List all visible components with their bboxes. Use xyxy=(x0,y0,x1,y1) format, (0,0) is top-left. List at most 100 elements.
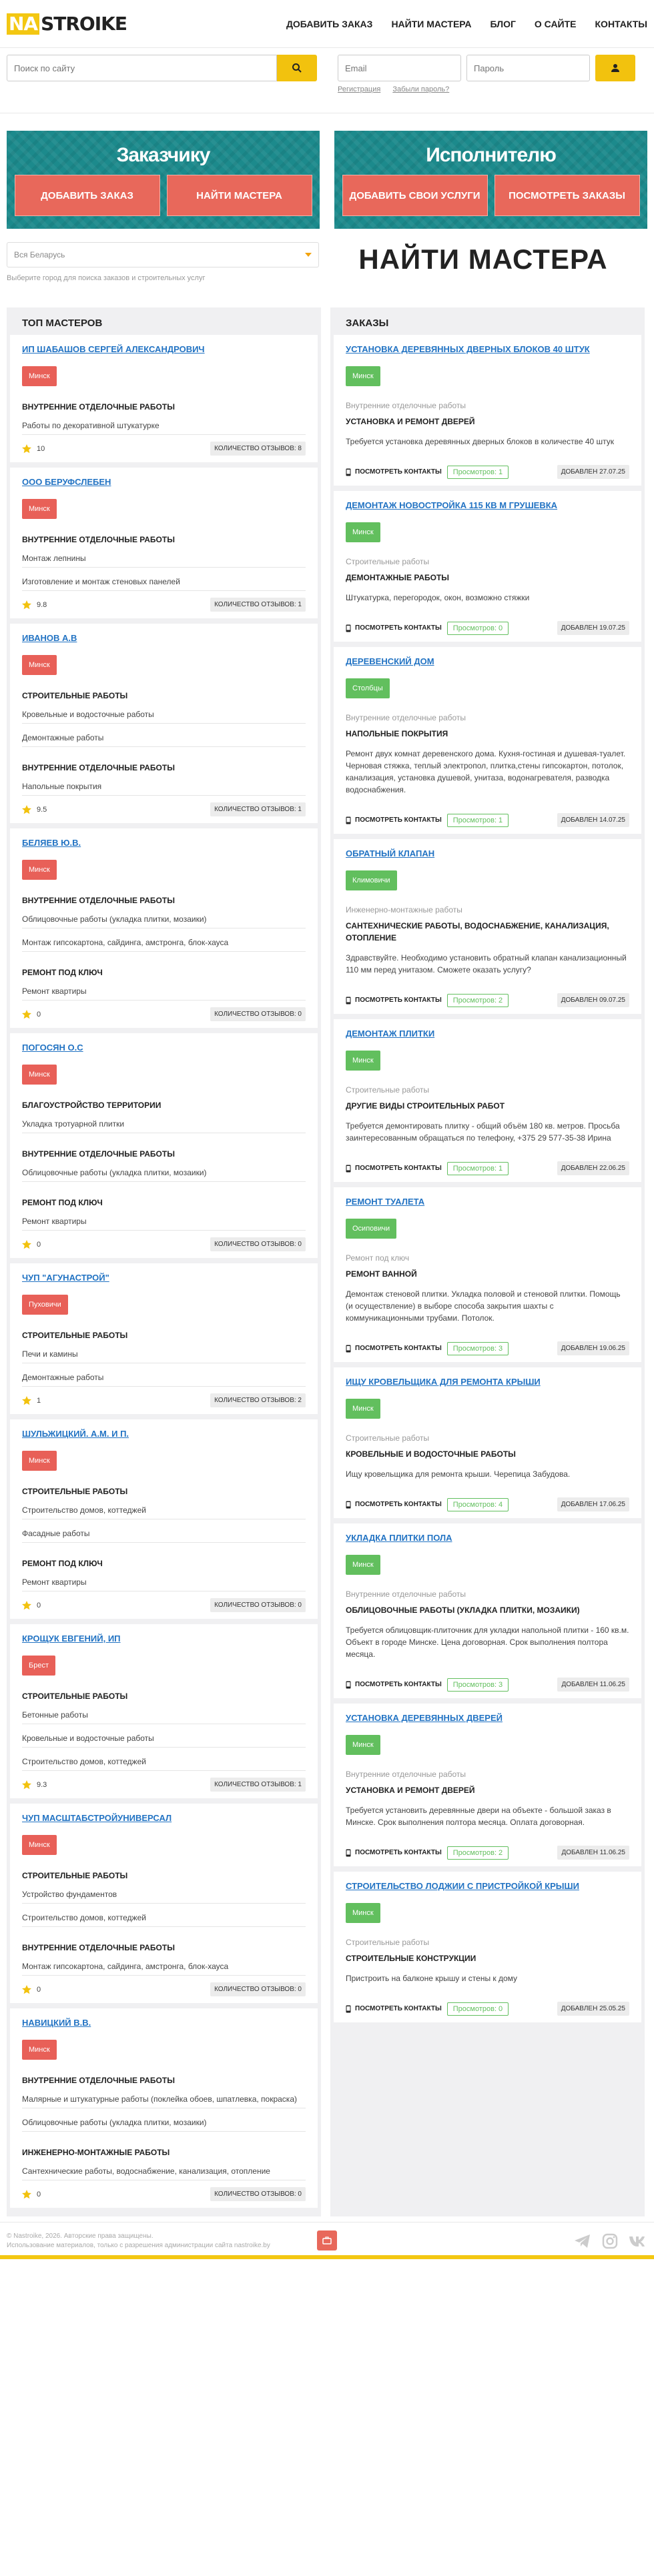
master-name[interactable]: ООО БЕРУФСЛЕБЕН xyxy=(22,477,306,487)
order-category: Внутренние отделочные работы xyxy=(346,713,466,722)
view-contacts-link[interactable]: ПОСМОТРЕТЬ КОНТАКТЫ xyxy=(346,624,442,632)
forgot-password-link[interactable]: Забыли пароль? xyxy=(392,85,449,93)
service-item: Строительство домов, коттеджей xyxy=(22,1748,306,1771)
view-contacts-link[interactable]: ПОСМОТРЕТЬ КОНТАКТЫ xyxy=(346,997,442,1005)
order-title[interactable]: УКЛАДКА ПЛИТКИ ПОЛА xyxy=(346,1533,629,1543)
reviews-count: КОЛИЧЕСТВО ОТЗЫВОВ: 1 xyxy=(210,598,306,612)
views-count: Просмотров: 0 xyxy=(446,2002,509,2016)
order-footer: ПОСМОТРЕТЬ КОНТАКТЫ Просмотров: 3 ДОБАВЛЕН… xyxy=(346,1341,629,1355)
view-contacts-label: ПОСМОТРЕТЬ КОНТАКТЫ xyxy=(355,2005,442,2012)
reviews-count: КОЛИЧЕСТВО ОТЗЫВОВ: 0 xyxy=(210,1598,306,1612)
order-card: ОБРАТНЫЙ КЛАПАН Климовичи Инженерно-монтаж… xyxy=(334,839,641,1014)
view-contacts-link[interactable]: ПОСМОТРЕТЬ КОНТАКТЫ xyxy=(346,1849,442,1857)
rating-value: 0 xyxy=(37,1601,41,1609)
master-card: ООО БЕРУФСЛЕБЕН Минск ВНУТРЕННИЕ ОТДЕЛОЧНЫ… xyxy=(10,468,318,618)
view-contacts-link[interactable]: ПОСМОТРЕТЬ КОНТАКТЫ xyxy=(346,1345,442,1353)
main-nav: ДОБАВИТЬ ЗАКАЗ НАЙТИ МАСТЕРА БЛОГ О САЙТ… xyxy=(286,19,647,29)
nav-add-order[interactable]: ДОБАВИТЬ ЗАКАЗ xyxy=(286,19,373,29)
search-button[interactable] xyxy=(277,55,317,81)
service-category: ВНУТРЕННИЕ ОТДЕЛОЧНЫЕ РАБОТЫ xyxy=(22,402,175,412)
password-field[interactable] xyxy=(466,55,590,81)
service-item: Печи и камины xyxy=(22,1340,306,1363)
master-name[interactable]: КРОЩУК ЕВГЕНИЙ, ИП xyxy=(22,1634,306,1644)
find-master-button[interactable]: НАЙТИ МАСТЕРА xyxy=(166,175,312,216)
instagram-icon[interactable] xyxy=(602,2233,618,2249)
nav-blog[interactable]: БЛОГ xyxy=(490,19,516,29)
customer-banner-title: Заказчику xyxy=(116,144,211,166)
order-title[interactable]: ОБРАТНЫЙ КЛАПАН xyxy=(346,848,629,858)
register-link[interactable]: Регистрация xyxy=(338,85,380,93)
master-name[interactable]: ПОГОСЯН О.С xyxy=(22,1043,306,1053)
service-item: Изготовление и монтаж стеновых панелей xyxy=(22,568,306,591)
order-title[interactable]: ДЕМОНТАЖ ПЛИТКИ xyxy=(346,1029,629,1039)
city-select[interactable]: Вся Беларусь xyxy=(7,242,319,267)
telegram-icon[interactable] xyxy=(574,2234,591,2248)
order-footer: ПОСМОТРЕТЬ КОНТАКТЫ Просмотров: 4 ДОБАВЛЕН… xyxy=(346,1497,629,1511)
service-item: Сантехнические работы, водоснабжение, ка… xyxy=(22,2157,306,2180)
email-field[interactable] xyxy=(338,55,461,81)
scroll-up-button[interactable] xyxy=(317,2230,337,2250)
master-name[interactable]: НАВИЦКИЙ В.В. xyxy=(22,2018,306,2028)
views-count: Просмотров: 4 xyxy=(446,1497,509,1511)
add-order-button[interactable]: ДОБАВИТЬ ЗАКАЗ xyxy=(14,175,160,216)
view-contacts-link[interactable]: ПОСМОТРЕТЬ КОНТАКТЫ xyxy=(346,1681,442,1689)
site-logo[interactable]: NA STROIKE xyxy=(7,13,127,35)
order-subcategory: УСТАНОВКА И РЕМОНТ ДВЕРЕЙ xyxy=(346,1786,475,1795)
order-title[interactable]: ДЕРЕВЕНСКИЙ ДОМ xyxy=(346,656,629,666)
order-description: Пристроить на балконе крышу и стены к до… xyxy=(346,1974,518,1983)
service-category: СТРОИТЕЛЬНЫЕ РАБОТЫ xyxy=(22,691,128,700)
master-name[interactable]: ЧУП "АГУНАСТРОЙ" xyxy=(22,1273,306,1283)
order-title[interactable]: ДЕМОНТАЖ НОВОСТРОЙКА 115 КВ М ГРУШЕВКА xyxy=(346,500,629,510)
added-date: ДОБАВЛЕН 19.07.25 xyxy=(557,621,629,635)
order-category: Строительные работы xyxy=(346,1433,430,1443)
order-title[interactable]: УСТАНОВКА ДЕРЕВЯННЫХ ДВЕРЕЙ xyxy=(346,1713,629,1723)
service-category: СТРОИТЕЛЬНЫЕ РАБОТЫ xyxy=(22,1487,128,1496)
master-name[interactable]: ШУЛЬЖИЦКИЙ. А.М. И П. xyxy=(22,1429,306,1439)
page-title: НАЙТИ МАСТЕРА xyxy=(358,243,608,275)
order-subcategory: УСТАНОВКА И РЕМОНТ ДВЕРЕЙ xyxy=(346,417,475,426)
order-title[interactable]: РЕМОНТ ТУАЛЕТА xyxy=(346,1197,629,1207)
top-masters-column: ТОП МАСТЕРОВ ИП ШАБАШОВ СЕРГЕЙ АЛЕКСАНДР… xyxy=(7,307,321,2216)
view-contacts-link[interactable]: ПОСМОТРЕТЬ КОНТАКТЫ xyxy=(346,1165,442,1173)
city-badge: Минск xyxy=(346,1903,380,1923)
order-footer: ПОСМОТРЕТЬ КОНТАКТЫ Просмотров: 1 ДОБАВЛЕН… xyxy=(346,813,629,827)
service-item: Ремонт квартиры xyxy=(22,1568,306,1591)
view-contacts-link[interactable]: ПОСМОТРЕТЬ КОНТАКТЫ xyxy=(346,816,442,824)
search-input[interactable] xyxy=(7,55,277,81)
master-footer: 9.3 КОЛИЧЕСТВО ОТЗЫВОВ: 1 xyxy=(22,1778,306,1792)
master-name[interactable]: ИВАНОВ А.В xyxy=(22,633,306,643)
order-title[interactable]: УСТАНОВКА ДЕРЕВЯННЫХ ДВЕРНЫХ БЛОКОВ 40 Ш… xyxy=(346,344,629,354)
view-contacts-link[interactable]: ПОСМОТРЕТЬ КОНТАКТЫ xyxy=(346,2005,442,2013)
vk-icon[interactable] xyxy=(629,2235,647,2247)
view-contacts-label: ПОСМОТРЕТЬ КОНТАКТЫ xyxy=(355,1345,442,1352)
city-badge: Минск xyxy=(346,1399,380,1419)
view-orders-button[interactable]: ПОСМОТРЕТЬ ЗАКАЗЫ xyxy=(494,175,640,216)
service-item: Бетонные работы xyxy=(22,1701,306,1724)
order-card: ДЕРЕВЕНСКИЙ ДОМ Столбцы Внутренние отделоч… xyxy=(334,647,641,834)
order-subcategory: САНТЕХНИЧЕСКИЕ РАБОТЫ, ВОДОСНАБЖЕНИЕ, КА… xyxy=(346,921,609,942)
add-services-button[interactable]: ДОБАВИТЬ СВОИ УСЛУГИ xyxy=(342,175,488,216)
nav-find-master[interactable]: НАЙТИ МАСТЕРА xyxy=(391,19,471,29)
master-name[interactable]: БЕЛЯЕВ Ю.В. xyxy=(22,838,306,848)
master-card: ЧУП МАСШТАБСТРОЙУНИВЕРСАЛ Минск СТРОИТЕЛЬН… xyxy=(10,1804,318,2003)
order-footer: ПОСМОТРЕТЬ КОНТАКТЫ Просмотров: 1 ДОБАВЛЕН… xyxy=(346,1161,629,1175)
star-icon xyxy=(22,1395,31,1405)
rating-value: 10 xyxy=(37,444,45,453)
star-icon xyxy=(22,1239,31,1249)
view-contacts-link[interactable]: ПОСМОТРЕТЬ КОНТАКТЫ xyxy=(346,1501,442,1509)
login-button[interactable] xyxy=(595,55,635,81)
order-title[interactable]: ИЩУ КРОВЕЛЬЩИКА ДЛЯ РЕМОНТА КРЫШИ xyxy=(346,1377,629,1387)
role-banners: Заказчику ДОБАВИТЬ ЗАКАЗ НАЙТИ МАСТЕРА И… xyxy=(0,113,654,229)
rating-value: 0 xyxy=(37,1010,41,1019)
order-title[interactable]: СТРОИТЕЛЬСТВО ЛОДЖИИ С ПРИСТРОЙКОЙ КРЫШИ xyxy=(346,1881,629,1891)
city-badge: Минск xyxy=(22,1835,57,1855)
master-name[interactable]: ИП ШАБАШОВ СЕРГЕЙ АЛЕКСАНДРОВИЧ xyxy=(22,344,306,354)
nav-about[interactable]: О САЙТЕ xyxy=(535,19,577,29)
service-category: РЕМОНТ ПОД КЛЮЧ xyxy=(22,1198,103,1207)
view-contacts-link[interactable]: ПОСМОТРЕТЬ КОНТАКТЫ xyxy=(346,468,442,476)
master-footer: 0 КОЛИЧЕСТВО ОТЗЫВОВ: 0 xyxy=(22,1982,306,1996)
nav-contacts[interactable]: КОНТАКТЫ xyxy=(595,19,647,29)
service-category: РЕМОНТ ПОД КЛЮЧ xyxy=(22,1559,103,1568)
master-name[interactable]: ЧУП МАСШТАБСТРОЙУНИВЕРСАЛ xyxy=(22,1813,306,1823)
city-badge: Брест xyxy=(22,1656,55,1676)
